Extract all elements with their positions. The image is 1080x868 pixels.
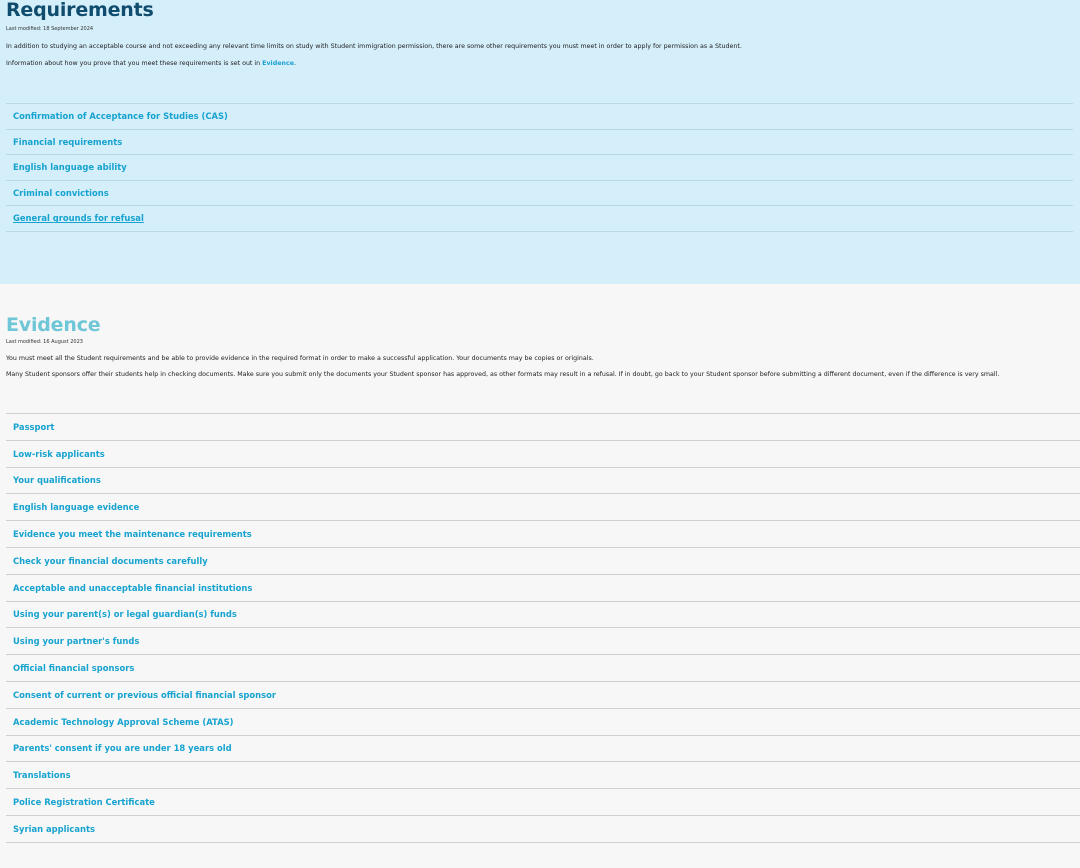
list-item: General grounds for refusal [6, 206, 1073, 232]
syrian-applicants-link[interactable]: Syrian applicants [13, 824, 95, 834]
sponsor-consent-link[interactable]: Consent of current or previous official … [13, 690, 276, 700]
list-item: Consent of current or previous official … [6, 682, 1080, 709]
list-item: Confirmation of Acceptance for Studies (… [6, 104, 1073, 130]
financial-institutions-link[interactable]: Acceptable and unacceptable financial in… [13, 583, 252, 593]
check-financial-documents-link[interactable]: Check your financial documents carefully [13, 556, 208, 566]
general-grounds-for-refusal-link[interactable]: General grounds for refusal [13, 213, 144, 223]
partner-funds-link[interactable]: Using your partner's funds [13, 636, 139, 646]
list-item: Low-risk applicants [6, 441, 1080, 468]
list-item: English language evidence [6, 494, 1080, 522]
parents-consent-link[interactable]: Parents' consent if you are under 18 yea… [13, 743, 232, 753]
list-item: Using your parent(s) or legal guardian(s… [6, 602, 1080, 629]
requirements-evidence-prefix: Information about how you prove that you… [6, 60, 263, 67]
english-language-evidence-link[interactable]: English language evidence [13, 502, 139, 512]
list-item: Your qualifications [6, 468, 1080, 495]
low-risk-applicants-link[interactable]: Low-risk applicants [13, 449, 105, 459]
evidence-title: Evidence [6, 314, 101, 336]
requirements-intro-paragraph: In addition to studying an acceptable co… [6, 43, 742, 50]
requirements-title: Requirements [6, 0, 154, 21]
requirements-evidence-paragraph: Information about how you prove that you… [6, 60, 1073, 68]
list-item: Criminal convictions [6, 181, 1073, 206]
evidence-nav-list: Passport Low-risk applicants Your qualif… [6, 413, 1080, 843]
requirements-section: Requirements Last modified: 18 September… [0, 0, 1080, 284]
list-item: Parents' consent if you are under 18 yea… [6, 736, 1080, 763]
criminal-convictions-link[interactable]: Criminal convictions [13, 188, 109, 198]
list-item: Police Registration Certificate [6, 789, 1080, 816]
list-item: Evidence you meet the maintenance requir… [6, 521, 1080, 548]
evidence-section: Evidence Last modified: 16 August 2023 Y… [0, 284, 1080, 868]
maintenance-requirements-link[interactable]: Evidence you meet the maintenance requir… [13, 529, 252, 539]
passport-link[interactable]: Passport [13, 422, 54, 432]
parent-guardian-funds-link[interactable]: Using your parent(s) or legal guardian(s… [13, 609, 237, 619]
police-registration-link[interactable]: Police Registration Certificate [13, 797, 155, 807]
requirements-nav-list: Confirmation of Acceptance for Studies (… [6, 103, 1073, 232]
translations-link[interactable]: Translations [13, 770, 71, 780]
list-item: Financial requirements [6, 130, 1073, 155]
evidence-last-modified: Last modified: 16 August 2023 [6, 339, 83, 345]
your-qualifications-link[interactable]: Your qualifications [13, 475, 101, 485]
atas-link[interactable]: Academic Technology Approval Scheme (ATA… [13, 717, 233, 727]
list-item: Translations [6, 762, 1080, 790]
evidence-link[interactable]: Evidence [262, 60, 294, 67]
cas-link[interactable]: Confirmation of Acceptance for Studies (… [13, 111, 228, 121]
english-language-ability-link[interactable]: English language ability [13, 162, 127, 172]
list-item: Academic Technology Approval Scheme (ATA… [6, 709, 1080, 736]
requirements-evidence-suffix: . [294, 60, 297, 67]
evidence-sponsor-paragraph: Many Student sponsors offer their studen… [6, 371, 1000, 378]
list-item: Passport [6, 414, 1080, 441]
financial-requirements-link[interactable]: Financial requirements [13, 137, 122, 147]
evidence-intro-paragraph: You must meet all the Student requiremen… [6, 355, 594, 362]
list-item: Official financial sponsors [6, 655, 1080, 682]
list-item: Check your financial documents carefully [6, 548, 1080, 575]
requirements-last-modified: Last modified: 18 September 2024 [6, 26, 94, 32]
list-item: Acceptable and unacceptable financial in… [6, 575, 1080, 602]
list-item: Syrian applicants [6, 816, 1080, 843]
list-item: Using your partner's funds [6, 628, 1080, 656]
list-item: English language ability [6, 155, 1073, 181]
official-financial-sponsors-link[interactable]: Official financial sponsors [13, 663, 134, 673]
